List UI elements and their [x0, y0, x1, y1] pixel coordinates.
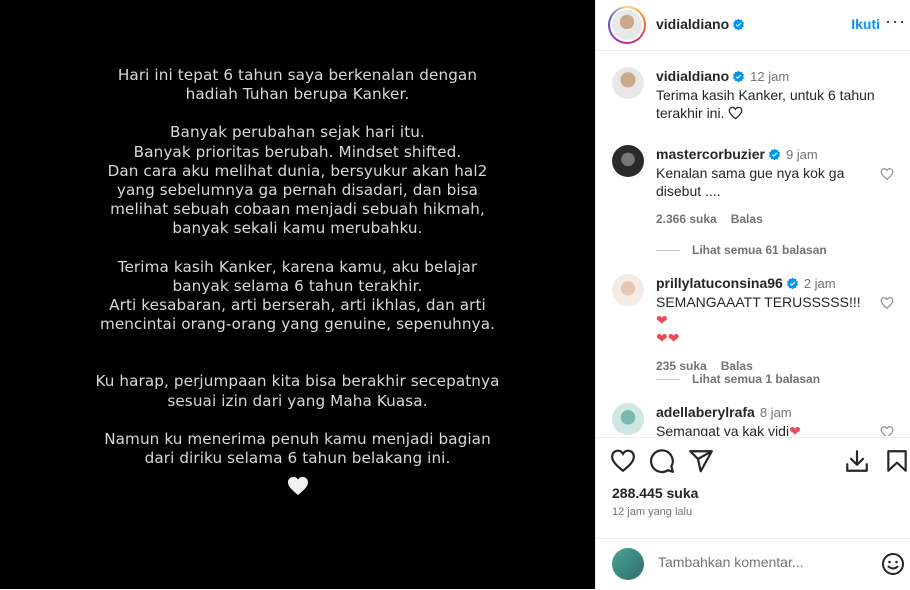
add-comment-bar: [596, 538, 910, 590]
caption-username[interactable]: vidialdiano: [656, 68, 729, 84]
red-heart-emoji-icon: ❤: [656, 312, 668, 328]
post-likes-count[interactable]: 288.445 suka: [612, 485, 698, 501]
red-heart-emoji-icon: ❤❤: [656, 330, 680, 346]
verified-badge-icon: [768, 148, 780, 161]
caption-time: 12 jam: [750, 69, 790, 84]
emoji-picker-icon[interactable]: [881, 552, 905, 576]
post-action-bar: [596, 437, 910, 490]
view-replies-button[interactable]: Lihat semua 61 balasan: [656, 243, 827, 257]
post-paragraph-4: Ku harap, perjumpaan kita bisa berakhir …: [95, 372, 500, 410]
comment-username[interactable]: adellaberylrafa: [656, 404, 755, 420]
post-image-text: Hari ini tepat 6 tahun saya berkenalan d…: [0, 66, 595, 496]
comment-likes-count[interactable]: 2.366 suka: [656, 212, 717, 226]
comment-text: Semangat ya kak vidi: [656, 423, 790, 436]
comment-like-icon[interactable]: [880, 425, 894, 436]
comment-username[interactable]: mastercorbuzier: [656, 146, 765, 162]
view-replies-button[interactable]: Lihat semua 1 balasan: [656, 372, 820, 386]
post-header: vidialdiano Ikuti ···: [596, 0, 910, 51]
author-avatar-story-ring[interactable]: [608, 6, 646, 44]
white-heart-icon: [287, 477, 308, 496]
instagram-post-window: Hari ini tepat 6 tahun saya berkenalan d…: [0, 0, 910, 589]
comment-username[interactable]: prillylatuconsina96: [656, 275, 783, 291]
share-send-icon[interactable]: [688, 448, 714, 474]
heart-outline-emoji-icon: [728, 106, 743, 120]
verified-badge-icon: [733, 70, 745, 83]
post-image[interactable]: Hari ini tepat 6 tahun saya berkenalan d…: [0, 0, 595, 589]
post-side-panel: vidialdiano Ikuti ··· vidialdiano 12 jam …: [595, 0, 910, 589]
comment-time: 2 jam: [803, 276, 836, 291]
reply-button[interactable]: Balas: [721, 359, 753, 373]
comment-likes-count[interactable]: 235 suka: [656, 359, 707, 373]
post-paragraph-5: Namun ku menerima penuh kamu menjadi bag…: [104, 429, 491, 468]
author-username[interactable]: vidialdiano: [656, 16, 729, 32]
add-comment-input[interactable]: [656, 553, 860, 571]
more-options-icon[interactable]: ···: [885, 11, 906, 32]
caption-avatar[interactable]: [612, 67, 644, 99]
comment-avatar[interactable]: [612, 145, 644, 177]
verified-badge-icon: [786, 277, 798, 290]
comment-bubble-icon[interactable]: [649, 448, 675, 474]
comment-avatar[interactable]: [612, 274, 644, 306]
follow-button[interactable]: Ikuti: [851, 16, 880, 32]
post-paragraph-1: Hari ini tepat 6 tahun saya berkenalan d…: [117, 66, 478, 104]
comment-like-icon[interactable]: [880, 167, 894, 181]
author-avatar: [612, 10, 642, 40]
current-user-avatar: [612, 548, 644, 580]
red-heart-emoji-icon: ❤: [789, 423, 801, 436]
comment-avatar[interactable]: [612, 403, 644, 435]
post-timestamp[interactable]: 12 jam yang lalu: [612, 506, 692, 518]
post-paragraph-2: Banyak perubahan sejak hari itu. Banyak …: [107, 123, 488, 238]
like-heart-icon[interactable]: [610, 448, 636, 474]
comment-text: Kenalan sama gue nya kok ga disebut ....: [656, 165, 845, 199]
save-bookmark-icon[interactable]: [884, 448, 910, 474]
comment-time: 8 jam: [759, 405, 792, 420]
comments-list[interactable]: vidialdiano 12 jam Terima kasih Kanker, u…: [596, 51, 910, 436]
comment-text: SEMANGAAATT TERUSSSSS!!!: [656, 294, 861, 310]
verified-badge-icon: [733, 18, 745, 31]
caption-text: Terima kasih Kanker, untuk 6 tahun terak…: [656, 87, 875, 121]
download-icon[interactable]: [844, 448, 870, 474]
comment-like-icon[interactable]: [880, 296, 894, 310]
comment-time: 9 jam: [785, 147, 818, 162]
post-paragraph-3: Terima kasih Kanker, karena kamu, aku be…: [99, 257, 496, 334]
reply-button[interactable]: Balas: [731, 212, 763, 226]
